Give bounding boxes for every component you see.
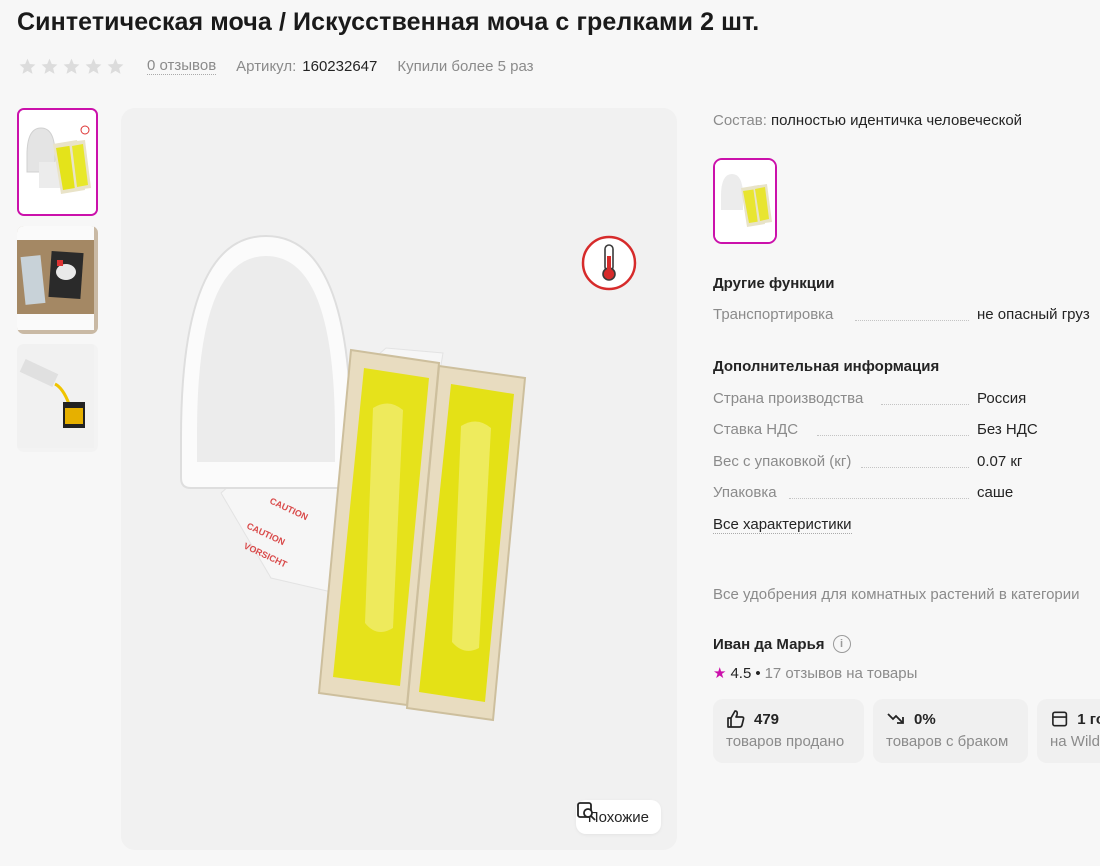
rating-stars[interactable] — [18, 57, 125, 76]
thumbnail-image — [19, 110, 96, 214]
category-link[interactable]: Все удобрения для комнатных растений в к… — [713, 586, 1080, 603]
spec-row: Вес с упаковкой (кг) 0.07 кг — [713, 453, 1100, 473]
reviews-link[interactable]: 0 отзывов — [147, 57, 217, 75]
product-title: Синтетическая моча / Искусственная моча … — [17, 8, 760, 36]
stat-value: 479 — [754, 710, 780, 728]
similar-search-icon — [576, 802, 596, 821]
spec-value: не опасный груз — [977, 306, 1090, 323]
main-product-image[interactable]: CAUTION CAUTION VORSICHT VORSICHT Похо — [121, 108, 677, 850]
spec-value: саше — [977, 484, 1014, 501]
composition-label: Состав: — [713, 112, 767, 129]
product-meta: 0 отзывов Артикул: 160232647 Купили боле… — [18, 56, 534, 76]
spec-key: Ставка НДС — [713, 421, 799, 438]
bought-count: Купили более 5 раз — [397, 57, 534, 75]
dotted-leader — [789, 498, 969, 499]
dotted-leader — [817, 435, 969, 436]
store-icon — [1052, 711, 1068, 727]
seller-rating-value: 4.5 — [730, 664, 752, 682]
stat-label: товаров с браком — [886, 733, 1009, 750]
additional-info-title: Дополнительная информация — [713, 358, 940, 375]
star-icon — [63, 58, 80, 74]
stat-card-defects: 0% товаров с браком — [873, 699, 1028, 763]
spec-key: Упаковка — [713, 484, 777, 501]
stat-value: 1 го — [1077, 710, 1100, 728]
seller-name[interactable]: Иван да Марья i — [713, 635, 851, 653]
dotted-leader — [855, 320, 969, 321]
spec-row: Ставка НДС Без НДС — [713, 421, 1100, 441]
thermometer-badge — [581, 235, 637, 291]
spec-key: Страна производства — [713, 390, 864, 407]
seller-rating: ★ 4.5 • 17 отзывов на товары — [713, 664, 918, 683]
variant-image — [715, 160, 775, 242]
seller-name-text[interactable]: Иван да Марья — [713, 636, 825, 653]
article-number[interactable]: 160232647 — [302, 58, 377, 75]
thumbnail-2[interactable] — [17, 226, 98, 334]
separator-dot: • — [755, 664, 761, 682]
star-icon — [41, 58, 58, 74]
spec-value: Россия — [977, 390, 1027, 407]
spec-key: Вес с упаковкой (кг) — [713, 453, 852, 470]
stat-value: 0% — [914, 710, 936, 728]
all-characteristics-link[interactable]: Все характеристики — [713, 516, 852, 534]
thumbnail-gallery — [17, 108, 98, 462]
spec-row: Страна производства Россия — [713, 390, 1100, 410]
seller-stats: 479 товаров продано 0% товаров с браком … — [713, 699, 1100, 763]
star-icon: ★ — [713, 665, 727, 682]
trend-down-icon — [887, 713, 904, 724]
spec-value: Без НДС — [977, 421, 1038, 438]
stat-card-store: 1 го на Wild — [1037, 699, 1100, 763]
stat-label: на Wild — [1050, 733, 1100, 750]
thumbnail-3[interactable] — [17, 344, 98, 452]
thumbnail-1[interactable] — [17, 108, 98, 216]
color-variant-thumbnail[interactable] — [713, 158, 777, 244]
other-functions-title: Другие функции — [713, 275, 835, 292]
similar-button[interactable]: Похожие — [575, 800, 661, 834]
dotted-leader — [861, 467, 969, 468]
star-icon — [107, 58, 124, 74]
dotted-leader — [881, 404, 969, 405]
composition-value: полностью идентичка человеческой — [771, 112, 1023, 129]
info-icon[interactable]: i — [832, 635, 851, 653]
thumbnail-image — [17, 344, 94, 448]
star-icon — [85, 58, 102, 74]
spec-row: Транспортировка не опасный груз — [713, 306, 1100, 326]
stat-label: товаров продано — [726, 733, 845, 750]
product-photo: CAUTION CAUTION VORSICHT VORSICHT — [121, 108, 677, 850]
article-label: Артикул: — [236, 57, 297, 75]
star-icon — [19, 58, 36, 74]
composition: Состав: полностью идентичка человеческой — [713, 112, 1022, 129]
seller-reviews-count[interactable]: 17 отзывов на товары — [765, 665, 918, 682]
spec-row: Упаковка саше — [713, 484, 1100, 504]
spec-key: Транспортировка — [713, 306, 834, 323]
thumbnail-image — [17, 226, 94, 330]
stat-card-sold: 479 товаров продано — [713, 699, 864, 763]
spec-value: 0.07 кг — [977, 453, 1023, 470]
thumbs-up-icon — [727, 710, 745, 728]
